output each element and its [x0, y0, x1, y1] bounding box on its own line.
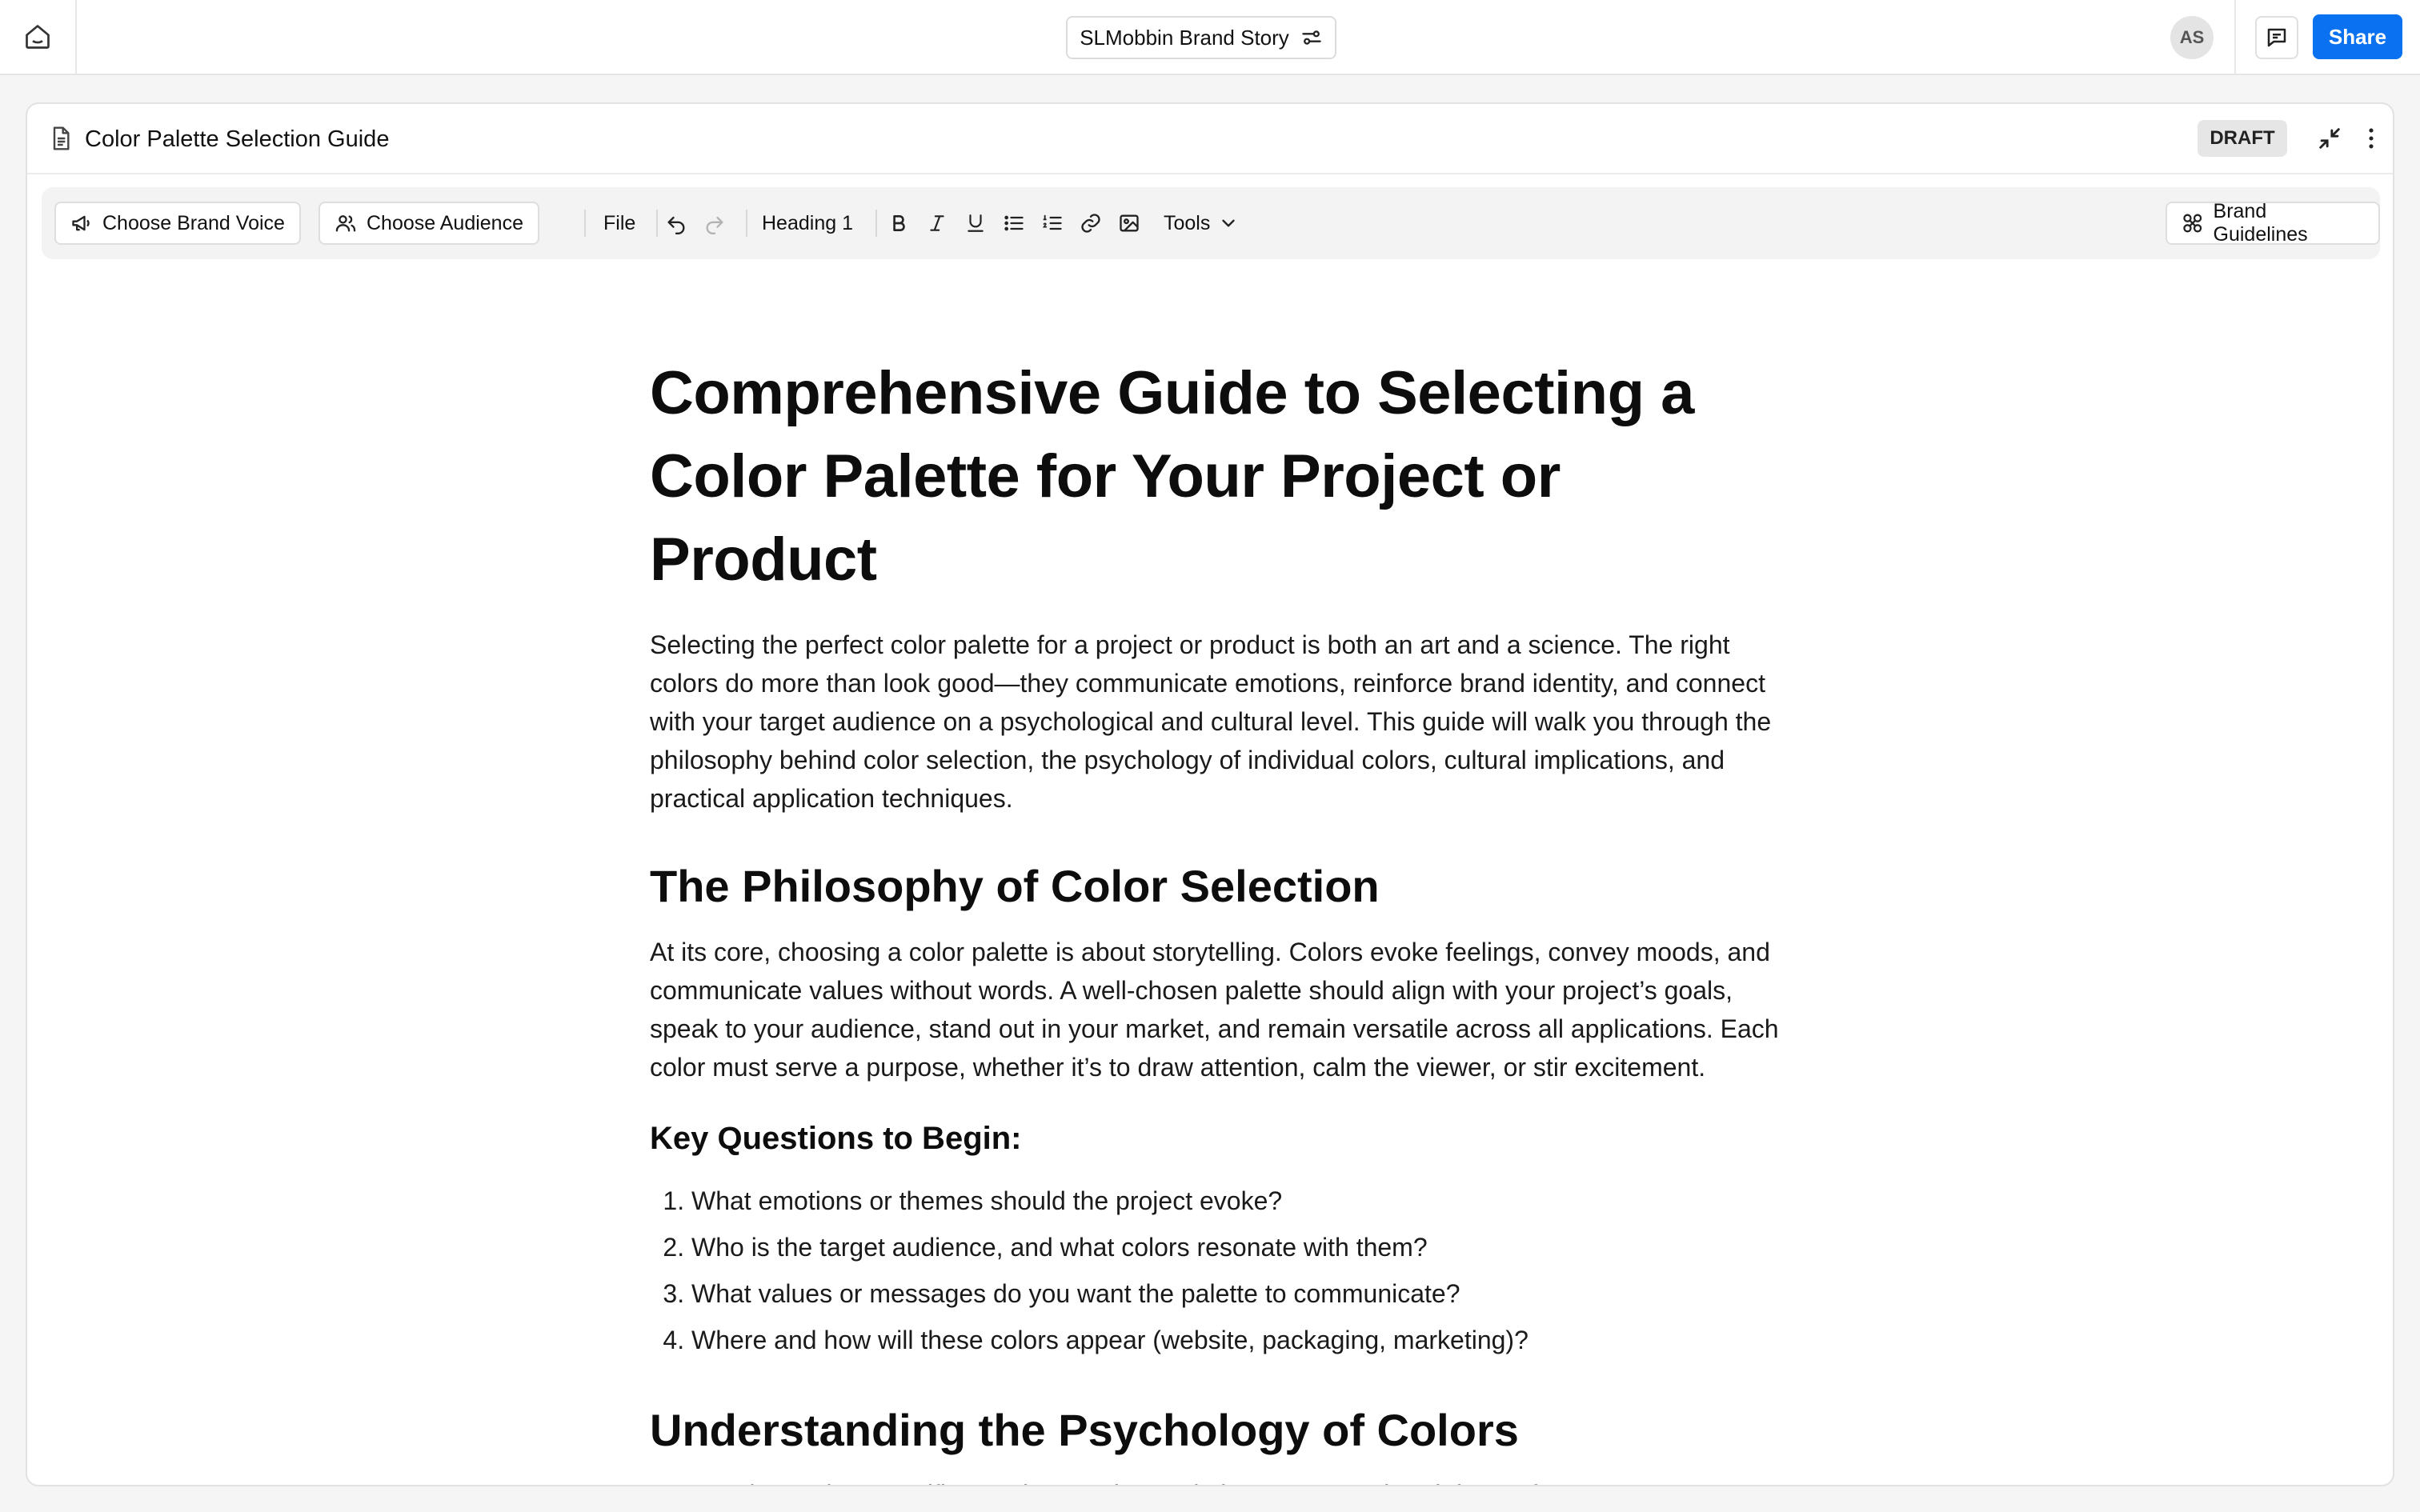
brand-guidelines-button[interactable]: Brand Guidelines [2166, 200, 2380, 246]
file-menu[interactable]: File [603, 202, 635, 245]
top-bar: SLMobbin Brand Story AS Share [0, 0, 2420, 75]
numbered-list-icon [1042, 214, 1062, 230]
underline-button[interactable] [964, 211, 988, 235]
bold-button[interactable] [887, 211, 911, 235]
chevron-down-icon [1222, 219, 1236, 227]
home-button[interactable] [0, 0, 77, 74]
questions-list: What emotions or themes should the proje… [650, 1178, 1786, 1363]
comment-icon [2267, 28, 2286, 47]
collapse-icon[interactable] [2316, 125, 2343, 152]
link-icon [1081, 214, 1100, 233]
image-icon [1120, 214, 1139, 232]
editor-content[interactable]: Comprehensive Guide to Selecting a Color… [650, 352, 1786, 1485]
list-item: Who is the target audience, and what col… [691, 1224, 1786, 1270]
bold-icon [893, 215, 905, 231]
image-button[interactable] [1117, 211, 1141, 235]
toolbar-divider [584, 210, 586, 237]
document-switcher[interactable]: SLMobbin Brand Story [1066, 16, 1336, 59]
italic-icon [930, 215, 944, 231]
psychology-paragraph: Every color evokes specific emotions and… [650, 1475, 1786, 1485]
document-card: Color Palette Selection Guide DRAFT Choo… [26, 102, 2394, 1486]
comments-button[interactable] [2255, 16, 2298, 59]
section-heading-philosophy: The Philosophy of Color Selection [650, 861, 1380, 911]
undo-icon [667, 216, 685, 234]
choose-audience-label: Choose Audience [367, 211, 523, 234]
redo-icon [706, 216, 723, 234]
philosophy-paragraph: At its core, choosing a color palette is… [650, 938, 1779, 1082]
choose-audience-button[interactable]: Choose Audience [319, 202, 539, 245]
tools-dropdown[interactable]: Tools [1164, 202, 1239, 245]
intro-paragraph: Selecting the perfect color palette for … [650, 630, 1772, 813]
brand-guidelines-icon [2183, 214, 2202, 233]
document-switcher-label: SLMobbin Brand Story [1080, 25, 1289, 50]
document-header: Color Palette Selection Guide DRAFT [27, 104, 2393, 174]
toolbar-divider [656, 210, 658, 237]
link-button[interactable] [1079, 211, 1103, 235]
toolbar-divider [746, 210, 747, 237]
numbered-list-button[interactable] [1040, 211, 1064, 235]
document-heading: Comprehensive Guide to Selecting a Color… [650, 359, 1694, 594]
italic-button[interactable] [925, 211, 949, 235]
draft-status-badge[interactable]: DRAFT [2198, 120, 2287, 157]
list-item: What values or messages do you want the … [691, 1270, 1786, 1317]
user-avatar[interactable]: AS [2170, 16, 2214, 59]
brand-guidelines-label: Brand Guidelines [2213, 200, 2308, 246]
share-button[interactable]: Share [2313, 14, 2402, 59]
bullet-list-button[interactable] [1002, 211, 1026, 235]
undo-button[interactable] [664, 211, 688, 235]
questions-heading: Key Questions to Begin: [650, 1121, 1022, 1156]
choose-brand-voice-button[interactable]: Choose Brand Voice [54, 202, 301, 245]
choose-brand-voice-label: Choose Brand Voice [102, 211, 285, 234]
megaphone-icon [72, 215, 90, 231]
list-item: Where and how will these colors appear (… [691, 1317, 1786, 1363]
bullet-list-icon [1004, 215, 1024, 231]
block-style-dropdown[interactable]: Heading 1 [762, 202, 853, 245]
section-heading-psychology: Understanding the Psychology of Colors [650, 1405, 1519, 1455]
list-item: What emotions or themes should the proje… [691, 1178, 1786, 1224]
underline-icon [968, 214, 984, 232]
sliders-icon [1302, 30, 1321, 45]
document-title: Color Palette Selection Guide [85, 126, 390, 152]
users-icon [335, 215, 356, 232]
more-options-icon[interactable] [2358, 125, 2385, 152]
home-icon [26, 25, 50, 49]
toolbar-divider [875, 210, 877, 237]
tools-label: Tools [1164, 211, 1211, 234]
redo-button[interactable] [703, 211, 727, 235]
topbar-divider [2234, 0, 2236, 74]
document-icon [53, 126, 70, 150]
editor-toolbar: Choose Brand Voice Choose Audience File … [42, 187, 2380, 259]
